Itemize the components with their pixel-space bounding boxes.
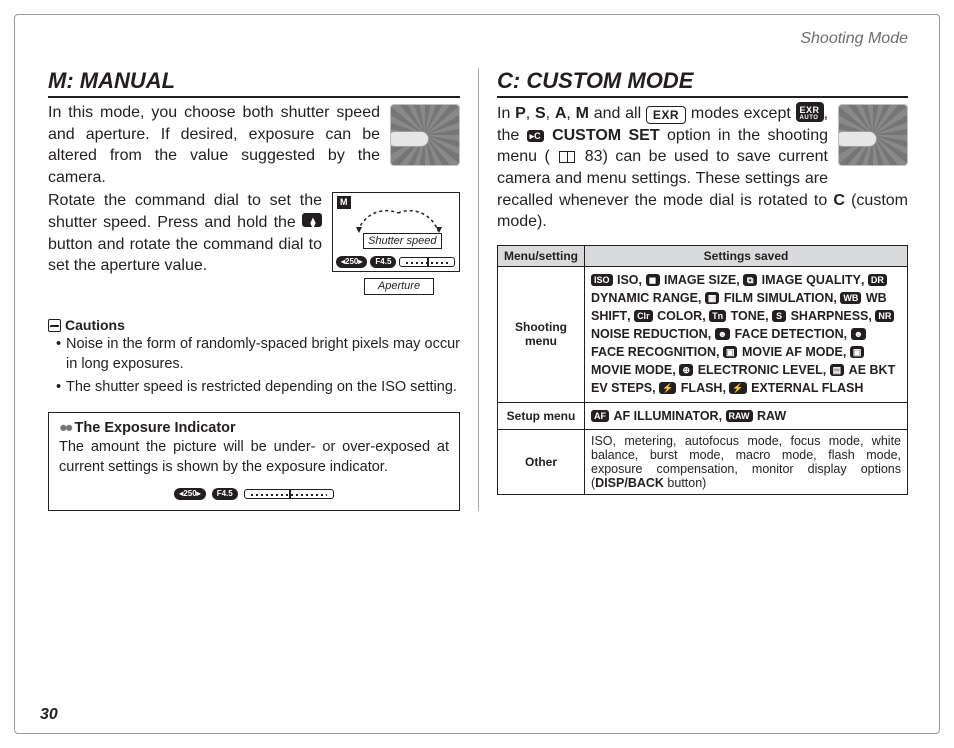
custom-set-icon: ▸C <box>527 130 544 142</box>
shutter-speed-value: ◂250▸ <box>174 488 205 500</box>
column-right: C: CUSTOM MODE In P, S, A, M and all EXR… <box>478 68 908 511</box>
exr-auto-icon: EXRAUTO <box>796 102 824 122</box>
note-icon: ●● <box>59 420 71 436</box>
aperture-value: F4.5 <box>370 256 396 268</box>
shutter-speed-value: ◂250▸ <box>336 256 367 268</box>
column-left: M: MANUAL In this mode, you choose both … <box>48 68 478 511</box>
table-rowhead: Setup menu <box>498 402 585 429</box>
table-header: Menu/setting <box>498 245 585 266</box>
other-settings: ISO, metering, autofocus mode, focus mod… <box>585 429 908 494</box>
running-head: Shooting Mode <box>48 30 908 48</box>
exposure-meter-icon <box>244 489 334 499</box>
settings-table: Menu/setting Settings saved Shooting men… <box>497 245 908 495</box>
cautions-list: Noise in the form of randomly-spaced bri… <box>56 335 460 398</box>
cautions-heading: Cautions <box>48 317 460 333</box>
dial-arcs-icon <box>353 207 443 235</box>
svg-text:⧫: ⧫ <box>310 217 317 229</box>
note-body: The amount the picture will be under- or… <box>59 438 449 477</box>
lcd-diagram: M Shutter speed <box>332 192 460 295</box>
heading-manual: M: MANUAL <box>48 68 460 98</box>
mode-dial-thumb-m <box>390 104 460 166</box>
shooting-menu-settings: ISO ISO, ◼ IMAGE SIZE, ⧉ IMAGE QUALITY, … <box>585 266 908 402</box>
aperture-label: Aperture <box>364 278 434 295</box>
caution-icon <box>48 319 61 332</box>
exr-icon: EXR <box>646 106 686 124</box>
table-rowhead: Other <box>498 429 585 494</box>
text: button and rotate the command dial to se… <box>48 236 322 275</box>
table-rowhead: Shooting menu <box>498 266 585 402</box>
page: Shooting Mode M: MANUAL In this mode, yo… <box>0 0 954 748</box>
page-ref-icon <box>559 151 575 163</box>
shutter-speed-label: Shutter speed <box>363 233 442 249</box>
aperture-value: F4.5 <box>212 488 238 500</box>
exposure-comp-button-icon: ⧫ <box>302 213 322 227</box>
caution-item: The shutter speed is restricted dependin… <box>56 378 460 398</box>
note-heading: The Exposure Indicator <box>75 420 236 436</box>
mode-dial-thumb-c <box>838 104 908 166</box>
caution-item: Noise in the form of randomly-spaced bri… <box>56 335 460 374</box>
page-number: 30 <box>40 706 58 724</box>
table-header: Settings saved <box>585 245 908 266</box>
text: Rotate the command dial to set the shutt… <box>48 192 322 231</box>
exposure-indicator-note: ●●The Exposure Indicator The amount the … <box>48 412 460 511</box>
heading-custom: C: CUSTOM MODE <box>497 68 908 98</box>
setup-menu-settings: AF AF ILLUMINATOR, RAW RAW <box>585 402 908 429</box>
exposure-meter-icon <box>399 257 455 267</box>
